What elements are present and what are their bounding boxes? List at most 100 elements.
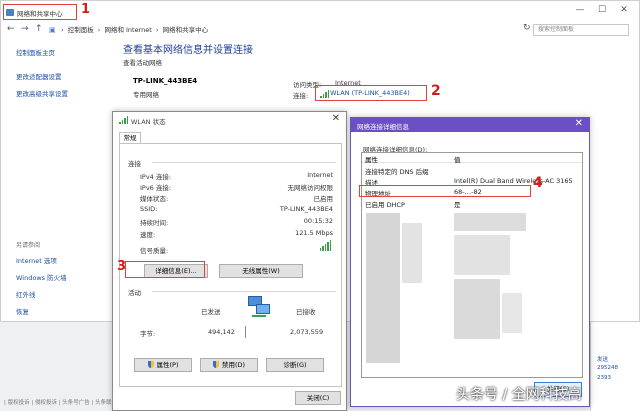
row-property: 已启用 DHCP (365, 201, 405, 209)
title-bar: 网络和共享中心 1 — ☐ ✕ (1, 1, 639, 21)
ssid-label: SSID: (140, 205, 158, 213)
close-icon[interactable]: ✕ (575, 118, 583, 129)
dialog-title: WLAN 状态 (131, 118, 166, 126)
sidebar-item-adapter-settings[interactable]: 更改适配器设置 (16, 71, 106, 81)
details-highlight-box (125, 261, 205, 278)
redacted-area (454, 235, 510, 275)
breadcrumb-separator: › (155, 26, 159, 34)
column-value[interactable]: 值 (454, 154, 461, 164)
network-name: TP-LINK_443BE4 (133, 77, 198, 85)
see-also-title: 另请参阅 (16, 242, 41, 249)
wireless-properties-button[interactable]: 无线属性(W) (219, 264, 303, 278)
bytes-label: 字节: (140, 330, 156, 338)
ipv6-value: 无网络访问权限 (287, 184, 334, 192)
network-type: 专用网络 (133, 91, 159, 99)
duration-label: 持续时间: (140, 219, 169, 227)
signal-quality-label: 信号质量: (140, 247, 169, 255)
watermark-text: 头条号 / 全网科技高 (456, 387, 582, 403)
breadcrumb-control-panel[interactable]: 控制面板 (68, 26, 94, 34)
refresh-icon[interactable]: ↻ (523, 23, 531, 33)
row-property: 连接特定的 DNS 后缀 (365, 168, 429, 176)
redacted-area (454, 213, 526, 231)
duration-value: 00:15:32 (303, 217, 333, 225)
shield-icon (147, 361, 154, 368)
annotation-marker-3: 3 (117, 259, 127, 274)
search-input[interactable]: 搜索控制面板 (533, 24, 629, 36)
row-value: 是 (454, 201, 461, 209)
disable-button[interactable]: 禁用(D) (200, 358, 258, 372)
sidebar-item-advanced-sharing[interactable]: 更改高级共享设置 (16, 88, 106, 98)
sidebar: 控制面板主页 更改适配器设置 更改高级共享设置 (16, 47, 106, 105)
connections-label: 连接: (293, 92, 309, 100)
breadcrumb-separator: › (61, 26, 64, 34)
group-divider (152, 162, 336, 163)
peek-value-1: 295248 (597, 365, 618, 371)
main-content: 查看基本网络信息并设置连接 查看活动网络 TP-LINK_443BE4 专用网络… (123, 41, 623, 101)
up-arrow-icon[interactable]: ↑ (35, 23, 43, 35)
list-item[interactable]: 已启用 DHCP 是 (362, 198, 582, 209)
peek-value-2: 2393 (597, 375, 611, 381)
active-networks-label: 查看活动网络 (123, 59, 162, 67)
list-item[interactable]: 连接特定的 DNS 后缀 (362, 165, 582, 176)
media-state-label: 媒体状态: (140, 195, 169, 203)
activity-group-title: 活动 (128, 289, 141, 297)
row-value: Intel(R) Dual Band Wireless-AC 3165 (454, 177, 573, 185)
details-list-header: 属性 值 (362, 153, 582, 164)
page-title: 查看基本网络信息并设置连接 (123, 45, 253, 56)
breadcrumb: › 控制面板 › 网络和 Internet › 网络和共享中心 (61, 24, 210, 34)
redacted-area (454, 279, 500, 339)
shield-icon (212, 361, 219, 368)
close-dialog-button[interactable]: 关闭(C) (295, 391, 341, 405)
minimize-button[interactable]: — (573, 4, 587, 16)
wifi-signal-icon (119, 116, 128, 124)
close-button[interactable]: ✕ (617, 4, 631, 16)
annotation-marker-1: 1 (81, 2, 91, 17)
activity-divider (245, 326, 246, 338)
forward-arrow-icon[interactable]: → (21, 23, 29, 35)
network-activity-icon (248, 296, 270, 320)
column-property[interactable]: 属性 (365, 154, 378, 164)
connection-details-dialog: 网络连接详细信息 ✕ 网络连接详细信息(D): 属性 值 连接特定的 DNS 后… (350, 117, 590, 407)
connection-group-title: 连接 (128, 160, 141, 168)
see-also-section: 另请参阅 Internet 选项 Windows 防火墙 红外线 恢复 (16, 240, 106, 323)
see-also-recovery[interactable]: 恢复 (16, 306, 106, 316)
address-bar: ← → ↑ ▣ › 控制面板 › 网络和 Internet › 网络和共享中心 … (1, 21, 639, 37)
ipv4-label: IPv4 连接: (140, 173, 172, 181)
connection-highlight-box: WLAN (TP-LINK_443BE4) (315, 85, 427, 101)
ipv4-value: Internet (307, 171, 333, 179)
breadcrumb-network-center[interactable]: 网络和共享中心 (163, 26, 209, 34)
group-divider (152, 291, 336, 292)
title-highlight-box: 网络和共享中心 (3, 4, 77, 20)
received-label: 已接收 (296, 308, 316, 316)
properties-button-label: 属性(P) (156, 361, 179, 369)
close-icon[interactable]: ✕ (332, 113, 340, 124)
ssid-value: TP-LINK_443BE4 (279, 205, 333, 213)
dialog-title: 网络连接详细信息 (357, 123, 409, 131)
disable-button-label: 禁用(D) (221, 361, 246, 369)
details-title-bar: 网络连接详细信息 ✕ (351, 118, 589, 132)
redacted-area (366, 213, 400, 363)
bytes-received-value: 2,073,559 (290, 328, 324, 336)
speed-value: 121.5 Mbps (295, 229, 333, 237)
wlan-status-dialog: WLAN 状态 ✕ 常规 连接 IPv4 连接: Internet IPv6 连… (112, 111, 347, 411)
annotation-marker-2: 2 (431, 83, 441, 99)
peek-sent-label: 发送 (597, 357, 609, 363)
maximize-button[interactable]: ☐ (595, 4, 609, 16)
back-arrow-icon[interactable]: ← (7, 23, 15, 35)
see-also-firewall[interactable]: Windows 防火墙 (16, 272, 106, 282)
annotation-marker-4: 4 (533, 175, 543, 191)
diagnose-button[interactable]: 诊断(G) (266, 358, 324, 372)
breadcrumb-network-internet[interactable]: 网络和 Internet (104, 26, 151, 34)
sidebar-item-home[interactable]: 控制面板主页 (16, 47, 106, 57)
speed-label: 速度: (140, 231, 156, 239)
breadcrumb-separator: › (97, 26, 101, 34)
see-also-infrared[interactable]: 红外线 (16, 289, 106, 299)
control-panel-icon: ▣ (49, 26, 56, 34)
see-also-internet-options[interactable]: Internet 选项 (16, 255, 106, 265)
wlan-connection-link[interactable]: WLAN (TP-LINK_443BE4) (330, 89, 410, 97)
window-title: 网络和共享中心 (17, 10, 63, 18)
properties-button[interactable]: 属性(P) (134, 358, 192, 372)
footer-links: | 版权投诉 | 侵权投诉 | 头条号广告 | 头条联系 (4, 400, 112, 406)
signal-quality-icon (319, 240, 331, 251)
ipv6-label: IPv6 连接: (140, 184, 172, 192)
